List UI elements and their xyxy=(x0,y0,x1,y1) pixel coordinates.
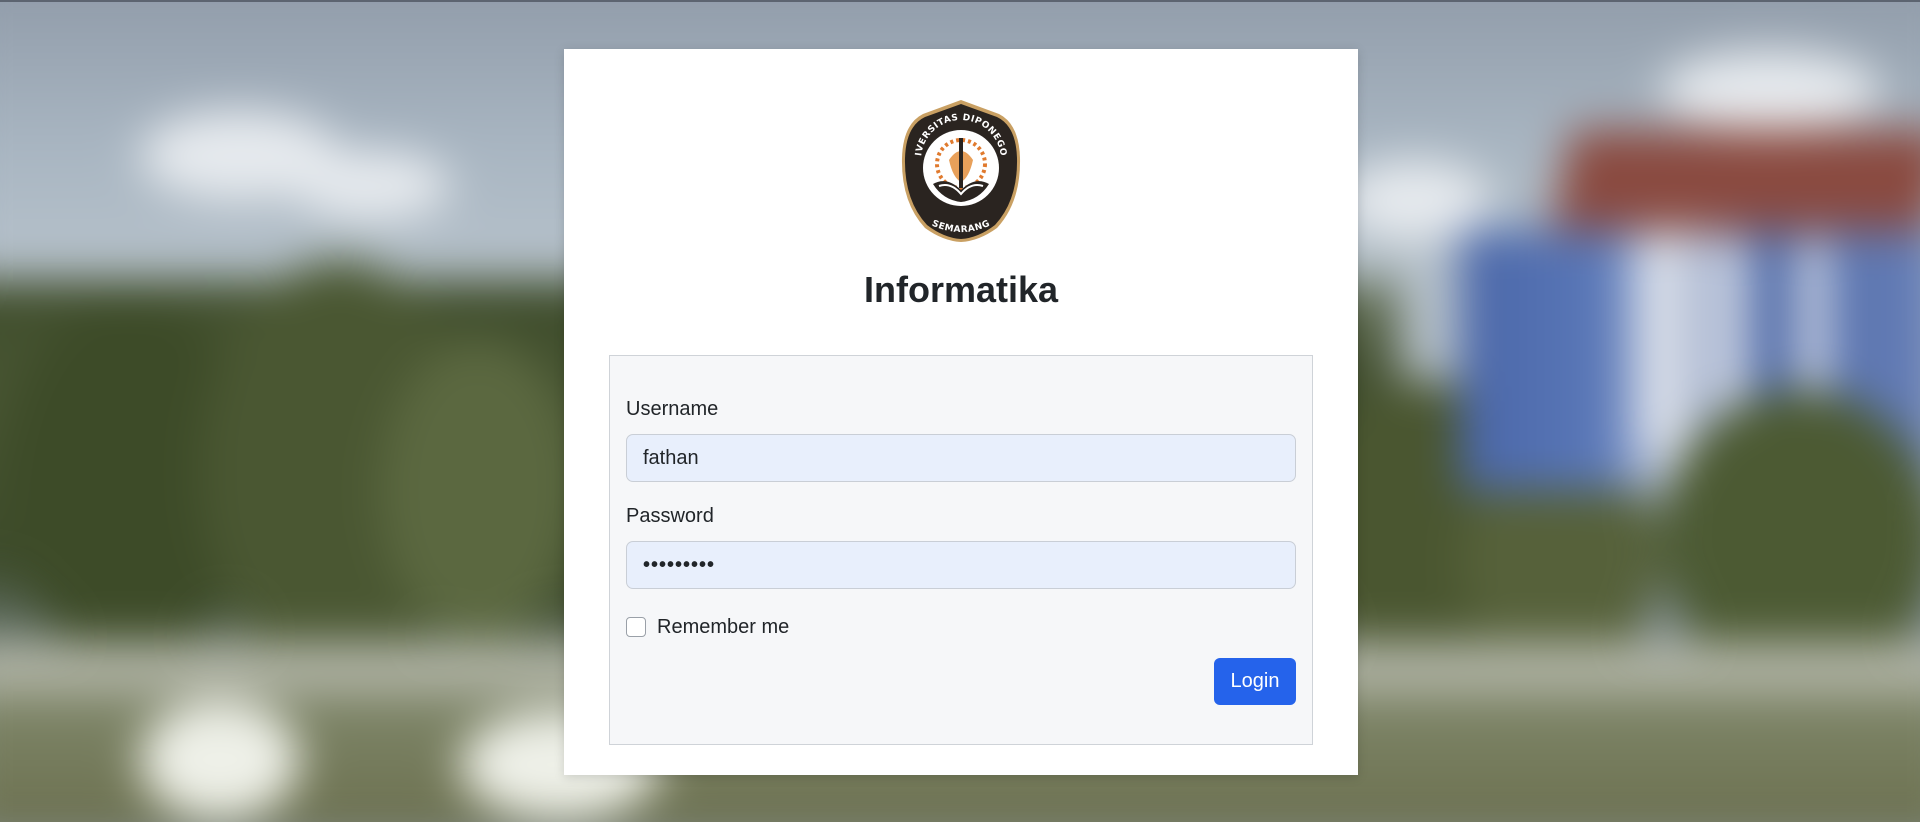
remember-me-label: Remember me xyxy=(657,615,790,638)
password-input[interactable]: ••••••••• xyxy=(626,541,1296,589)
password-label: Password xyxy=(626,505,714,527)
username-input[interactable]: fathan xyxy=(626,434,1296,482)
login-button[interactable]: Login xyxy=(1214,658,1296,705)
login-card: UNIVERSITAS DIPONEGORO SEMARANG Informat… xyxy=(564,49,1358,775)
username-label: Username xyxy=(626,398,719,420)
login-form: Username fathan Password ••••••••• Remem… xyxy=(609,355,1313,745)
remember-me-checkbox[interactable] xyxy=(626,617,646,637)
window-top-border xyxy=(0,0,1920,2)
university-seal-icon: UNIVERSITAS DIPONEGORO SEMARANG xyxy=(895,91,1023,243)
page-title: Informatika xyxy=(863,269,1059,310)
remember-me-row[interactable]: Remember me xyxy=(626,614,789,640)
